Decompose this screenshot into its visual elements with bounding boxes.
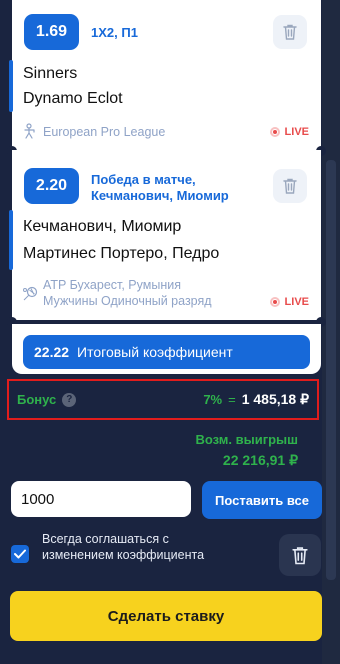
scrollbar[interactable] bbox=[322, 0, 340, 664]
help-icon[interactable]: ? bbox=[62, 392, 77, 407]
remove-bet-button[interactable] bbox=[273, 15, 307, 49]
remove-bet-button[interactable] bbox=[273, 169, 307, 203]
betslip-panel: 1.69 1Х2, П1 Sinners Dynamo Eclot Europe… bbox=[0, 0, 326, 664]
trash-icon bbox=[292, 546, 308, 564]
selection-indicator bbox=[9, 60, 13, 112]
esports-shooter-icon bbox=[24, 123, 35, 139]
bonus-label: Бонус bbox=[17, 392, 57, 407]
accept-odds-label: Всегда соглашаться с изменением коэффици… bbox=[42, 532, 205, 562]
possible-winnings-amount: 22 216,91 ₽ bbox=[222, 452, 298, 468]
team-away: Мартинес Портеро, Педро bbox=[23, 245, 220, 262]
bonus-equals: = bbox=[228, 392, 236, 407]
trash-icon bbox=[283, 178, 297, 194]
bet-card: 2.20 Победа в матче, Кечманович, Миомир … bbox=[9, 150, 321, 320]
league-name-line1: ATP Бухарест, Румыния bbox=[43, 278, 181, 292]
market-label: Победа в матче, Кечманович, Миомир bbox=[91, 172, 229, 204]
live-label: LIVE bbox=[284, 126, 309, 138]
market-label-line2: Кечманович, Миомир bbox=[91, 188, 229, 203]
market-label-line1: Победа в матче, bbox=[91, 172, 196, 187]
possible-winnings-label: Возм. выигрыш bbox=[195, 432, 298, 447]
league-name: ATP Бухарест, Румыния Мужчины Одиночный … bbox=[43, 277, 212, 309]
live-dot-icon bbox=[269, 127, 280, 137]
bet-all-button[interactable]: Поставить все bbox=[202, 481, 322, 519]
selection-indicator bbox=[9, 210, 13, 270]
scrollbar-thumb[interactable] bbox=[326, 160, 336, 580]
live-indicator: LIVE bbox=[269, 126, 309, 138]
place-bet-button[interactable]: Сделать ставку bbox=[10, 591, 322, 641]
tennis-icon bbox=[23, 286, 38, 301]
league-name: European Pro League bbox=[43, 125, 166, 139]
team-home: Кечманович, Миомир bbox=[23, 218, 182, 235]
live-indicator: LIVE bbox=[269, 296, 309, 308]
team-away: Dynamo Eclot bbox=[23, 90, 123, 107]
total-odds-value: 22.22 bbox=[34, 344, 70, 360]
odds-badge: 1.69 bbox=[24, 14, 79, 50]
total-odds-bar: 22.22 Итоговый коэффициент bbox=[23, 335, 310, 369]
live-label: LIVE bbox=[284, 296, 309, 308]
league-name-line2: Мужчины Одиночный разряд bbox=[43, 294, 212, 308]
market-label: 1Х2, П1 bbox=[91, 25, 138, 40]
live-dot-icon bbox=[269, 297, 280, 307]
bet-card: 1.69 1Х2, П1 Sinners Dynamo Eclot Europe… bbox=[9, 0, 321, 152]
checkmark-icon bbox=[14, 549, 26, 559]
clear-betslip-button[interactable] bbox=[279, 534, 321, 576]
total-odds-label: Итоговый коэффициент bbox=[77, 344, 233, 360]
bonus-percent: 7% bbox=[203, 392, 223, 407]
trash-icon bbox=[283, 24, 297, 40]
total-card: 22.22 Итоговый коэффициент bbox=[12, 324, 321, 374]
stake-input[interactable] bbox=[11, 481, 191, 517]
accept-odds-checkbox[interactable] bbox=[11, 545, 29, 563]
bonus-row: Бонус ? 7% = 1 485,18 ₽ bbox=[7, 379, 319, 420]
bonus-amount: 1 485,18 ₽ bbox=[241, 391, 309, 407]
team-home: Sinners bbox=[23, 65, 78, 82]
odds-badge: 2.20 bbox=[24, 168, 79, 204]
